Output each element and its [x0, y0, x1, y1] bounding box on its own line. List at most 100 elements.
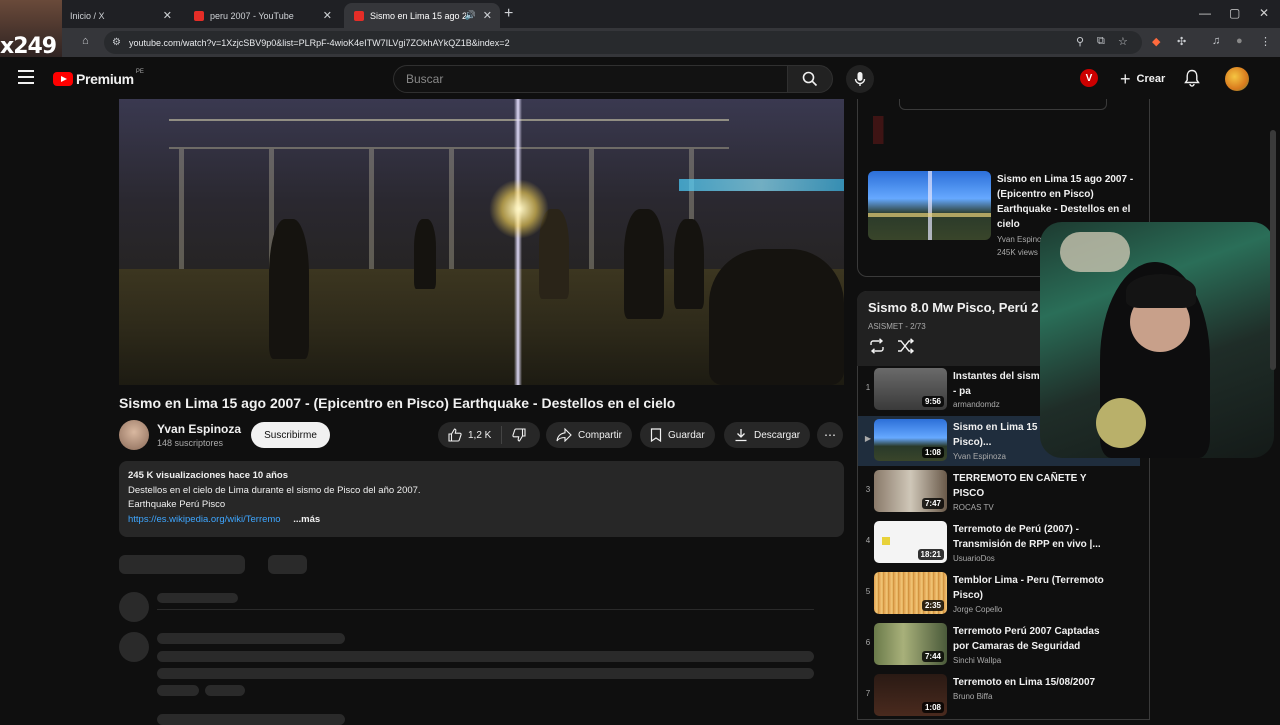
minimize-icon[interactable]: — [1199, 6, 1211, 20]
description-line: Destellos en el cielo de Lima durante el… [128, 484, 421, 496]
playlist-item-channel: ROCAS TV [953, 503, 994, 512]
playlist-item[interactable]: 3 7:47 TERREMOTO EN CAÑETE Y PISCO ROCAS… [858, 467, 1140, 517]
extensions-puzzle-icon[interactable]: ✣ [1177, 35, 1186, 48]
webcam-plush [1096, 398, 1146, 448]
menu-hamburger-icon[interactable] [18, 70, 34, 84]
video-frame-pillar [589, 149, 594, 269]
subscribe-button[interactable]: Suscribirme [251, 422, 330, 448]
show-more-link[interactable]: ...más [293, 514, 320, 525]
close-icon[interactable]: ✕ [163, 9, 172, 22]
tab-title: peru 2007 - YouTube [210, 10, 294, 21]
playlist-item-thumbnail: 18:21 [874, 521, 947, 563]
wikipedia-link[interactable]: https://es.wikipedia.org/wiki/Terremo [128, 514, 281, 525]
extension-fox-icon[interactable]: ◆ [1152, 35, 1160, 48]
duration-badge: 1:08 [921, 447, 944, 458]
close-window-icon[interactable]: ✕ [1259, 6, 1269, 20]
playlist-item-channel: Yvan Espinoza [953, 452, 1006, 461]
waveform-strip [873, 116, 1133, 144]
loading-placeholder [205, 685, 245, 696]
webcam-hair [1126, 274, 1196, 308]
like-count[interactable]: 1,2 K [468, 430, 491, 441]
loading-placeholder [157, 651, 814, 662]
recommended-thumbnail[interactable] [868, 171, 991, 240]
youtube-logo[interactable]: Premium PE [53, 69, 144, 87]
playlist-item[interactable]: 5 2:35 Temblor Lima - Peru (Terremoto Pi… [858, 569, 1140, 619]
account-badge[interactable]: V [1080, 69, 1098, 87]
loop-icon[interactable] [868, 338, 886, 359]
playlist-item[interactable]: 7 1:08 Terremoto en Lima 15/08/2007 Brun… [858, 671, 1140, 721]
microphone-icon [854, 72, 866, 86]
notifications-bell-icon[interactable] [1184, 69, 1200, 92]
more-actions-icon[interactable]: ⋯ [817, 422, 843, 448]
profile-icon[interactable]: ● [1236, 35, 1243, 47]
description-box[interactable]: 245 K visualizaciones hace 10 años Deste… [119, 461, 844, 537]
tab-x[interactable]: Inicio / X ✕ [52, 3, 180, 28]
channel-avatar[interactable] [119, 420, 149, 450]
plus-icon: + [1120, 68, 1131, 89]
browser-tab-bar: Inicio / X ✕ peru 2007 - YouTube ✕ Sismo… [0, 0, 1280, 28]
duration-badge: 2:35 [921, 600, 944, 611]
overlay-tag: x249 [0, 34, 57, 59]
shuffle-icon[interactable] [897, 338, 915, 359]
new-tab-icon[interactable]: + [504, 5, 513, 23]
playlist-title[interactable]: Sismo 8.0 Mw Pisco, Perú 2 [868, 300, 1039, 315]
save-label: Guardar [668, 429, 705, 441]
download-button[interactable]: Descargar [724, 422, 811, 448]
video-frame-pillar [369, 149, 374, 269]
install-app-icon[interactable]: ⧉ [1097, 35, 1105, 48]
save-button[interactable]: Guardar [640, 422, 715, 448]
close-icon[interactable]: ✕ [483, 9, 492, 22]
playlist-item-index: 3 [865, 485, 871, 494]
url-text: youtube.com/watch?v=1XzjcSBV9p0&list=PLR… [128, 37, 510, 48]
youtube-header: Premium PE Buscar V + Crear [0, 57, 1280, 101]
share-label: Compartir [578, 429, 622, 441]
thumbs-up-icon[interactable] [448, 428, 462, 442]
video-frame-person [414, 219, 436, 289]
playlist-item[interactable]: 6 7:44 Terremoto Perú 2007 Captadas por … [858, 620, 1140, 670]
playlist-item-thumbnail: 7:44 [874, 623, 947, 665]
video-frame-pillar [179, 149, 184, 269]
tab-current-video[interactable]: Sismo en Lima 15 ago 2007 ( 🔊 ✕ [344, 3, 500, 28]
thumbnail-beam [928, 171, 932, 240]
divider [157, 609, 814, 610]
user-avatar[interactable] [1225, 67, 1249, 91]
site-info-icon[interactable]: ⚙ [112, 37, 121, 48]
thumbs-down-icon[interactable] [512, 428, 526, 442]
search-input[interactable]: Buscar [393, 65, 788, 93]
subscriber-count: 148 suscriptores [157, 438, 224, 448]
maximize-icon[interactable]: ▢ [1229, 6, 1240, 20]
tab-youtube-search[interactable]: peru 2007 - YouTube ✕ [184, 3, 340, 28]
page-scrollbar[interactable] [1270, 130, 1276, 370]
youtube-favicon-icon [194, 10, 204, 21]
playlist-item-channel: Sinchi Wallpa [953, 656, 1002, 665]
like-dislike-group: 1,2 K [438, 422, 540, 448]
speaker-icon[interactable]: 🔊 [465, 10, 476, 21]
playlist-item-channel: Bruno Biffa [953, 692, 993, 701]
home-icon[interactable]: ⌂ [82, 35, 89, 47]
browser-menu-icon[interactable]: ⋮ [1260, 35, 1271, 48]
share-button[interactable]: Compartir [546, 422, 632, 448]
media-control-icon[interactable]: ♫ [1212, 35, 1220, 47]
bookmark-star-icon[interactable]: ☆ [1118, 35, 1128, 48]
search-placeholder: Buscar [406, 72, 444, 86]
description-line: Earthquake Perú Pisco [128, 499, 226, 510]
close-icon[interactable]: ✕ [323, 9, 332, 22]
duration-badge: 18:21 [917, 549, 944, 560]
address-bar[interactable]: ⚙ youtube.com/watch?v=1XzjcSBV9p0&list=P… [104, 31, 1142, 54]
video-frame-person [674, 219, 704, 309]
voice-search-button[interactable] [846, 65, 874, 93]
create-button[interactable]: + Crear [1112, 66, 1173, 92]
playlist-item-thumbnail: 1:08 [874, 674, 947, 716]
playlist-item[interactable]: 4 18:21 Terremoto de Perú (2007) - Trans… [858, 518, 1140, 568]
browser-toolbar: ⌂ ⚙ youtube.com/watch?v=1XzjcSBV9p0&list… [0, 28, 1280, 57]
playlist-item-thumbnail: 9:56 [874, 368, 947, 410]
youtube-play-icon [53, 72, 73, 86]
zoom-icon[interactable]: ⚲ [1076, 35, 1084, 48]
view-count-date: 245 K visualizaciones hace 10 años [128, 470, 289, 481]
video-player[interactable] [119, 99, 844, 385]
playlist-item-title: Temblor Lima - Peru (Terremoto Pisco) [953, 575, 1104, 601]
search-button[interactable] [787, 65, 833, 93]
video-title: Sismo en Lima 15 ago 2007 - (Epicentro e… [119, 395, 676, 411]
channel-name[interactable]: Yvan Espinoza [157, 422, 241, 436]
share-icon [556, 428, 572, 442]
